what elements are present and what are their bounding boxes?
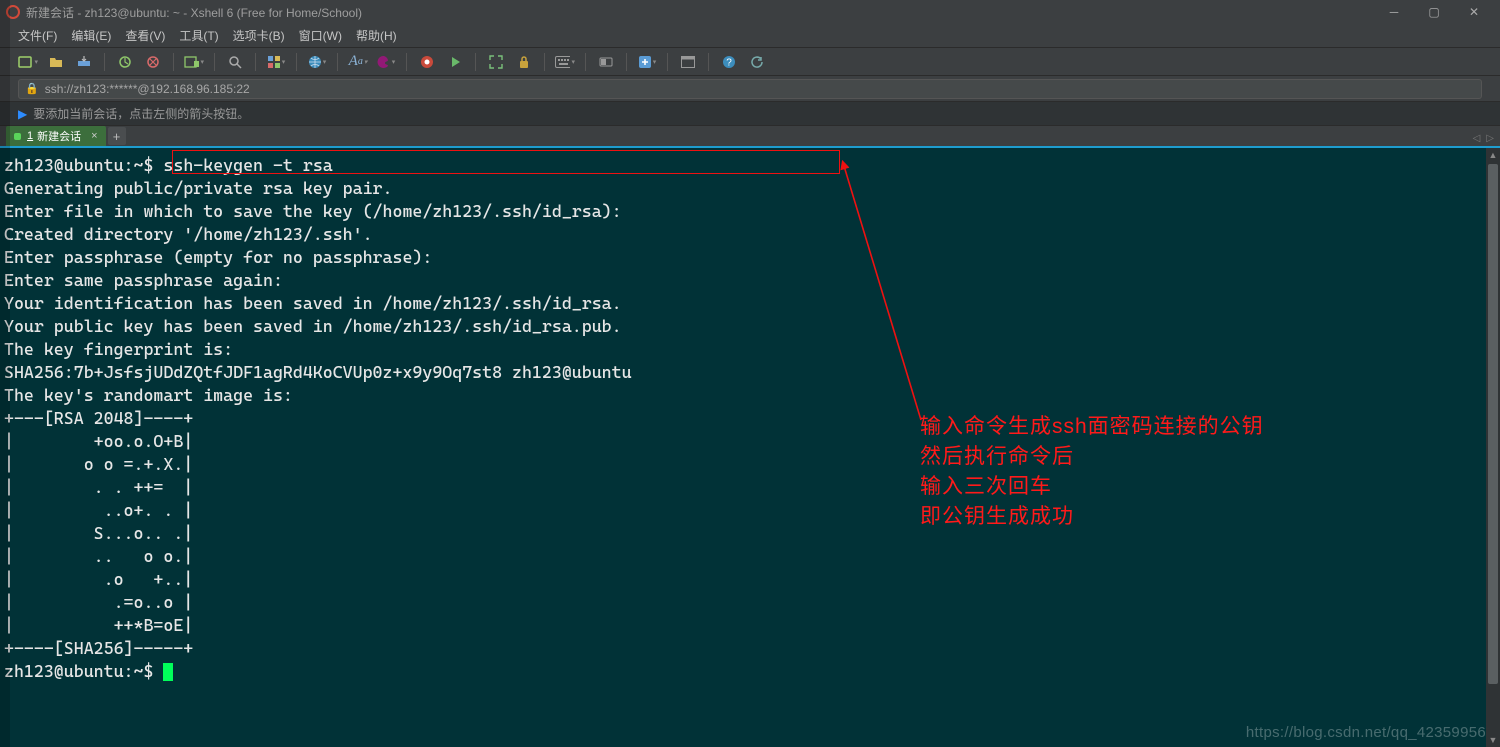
- command-text: ssh-keygen -t rsa: [153, 155, 332, 175]
- term-line: +----[SHA256]-----+: [4, 638, 193, 658]
- term-line: | .. o o.|: [4, 546, 193, 566]
- app-logo-icon: [6, 5, 20, 19]
- addtab-icon[interactable]: ▾: [184, 52, 204, 72]
- session-tab[interactable]: 1 新建会话 ×: [6, 126, 106, 146]
- menu-tools[interactable]: 工具(T): [179, 27, 218, 44]
- menu-file[interactable]: 文件(F): [18, 27, 57, 44]
- scroll-down-icon[interactable]: ▼: [1486, 733, 1500, 747]
- window-title: 新建会话 - zh123@ubuntu: ~ - Xshell 6 (Free …: [26, 4, 1374, 21]
- tab-close-icon[interactable]: ×: [91, 130, 97, 142]
- terminal-area: zh123@ubuntu:~$ ssh-keygen -t rsa Genera…: [0, 148, 1500, 747]
- connected-dot-icon: [14, 133, 21, 140]
- address-text: ssh://zh123:******@192.168.96.185:22: [45, 82, 250, 96]
- prompt-user: zh123@ubuntu: [4, 661, 124, 681]
- term-line: | ++*B=oE|: [4, 615, 193, 635]
- window-icon[interactable]: [678, 52, 698, 72]
- toggle-icon[interactable]: [596, 52, 616, 72]
- tab-prev-icon[interactable]: ◁: [1473, 133, 1481, 144]
- search-icon[interactable]: [225, 52, 245, 72]
- term-line: Created directory '/home/zh123/.ssh'.: [4, 224, 373, 244]
- keyboard-icon[interactable]: ▾: [555, 52, 575, 72]
- menu-window[interactable]: 窗口(W): [299, 27, 342, 44]
- play-icon[interactable]: [445, 52, 465, 72]
- scroll-up-icon[interactable]: ▲: [1486, 148, 1500, 162]
- new-tab-button[interactable]: +: [108, 127, 126, 145]
- term-line: | .=o..o |: [4, 592, 193, 612]
- watermark: https://blog.csdn.net/qq_42359956: [1246, 724, 1486, 741]
- prompt-user: zh123@ubuntu: [4, 155, 124, 175]
- svg-text:?: ?: [726, 57, 732, 68]
- tab-next-icon[interactable]: ▷: [1486, 133, 1494, 144]
- transfer-icon[interactable]: [74, 52, 94, 72]
- fullscreen-icon[interactable]: [486, 52, 506, 72]
- tab-index: 1: [27, 130, 33, 142]
- term-line: Enter file in which to save the key (/ho…: [4, 201, 622, 221]
- term-line: | .o +..|: [4, 569, 193, 589]
- palette-icon[interactable]: ▾: [376, 52, 396, 72]
- window-titlebar: 新建会话 - zh123@ubuntu: ~ - Xshell 6 (Free …: [0, 0, 1500, 24]
- term-line: Enter passphrase (empty for no passphras…: [4, 247, 432, 267]
- disconnect-icon[interactable]: [143, 52, 163, 72]
- term-line: Generating public/private rsa key pair.: [4, 178, 392, 198]
- menu-help[interactable]: 帮助(H): [356, 27, 397, 44]
- menu-tabs[interactable]: 选项卡(B): [233, 27, 285, 44]
- minimize-button[interactable]: ─: [1374, 0, 1414, 24]
- term-line: Your public key has been saved in /home/…: [4, 316, 622, 336]
- refresh-icon[interactable]: [747, 52, 767, 72]
- hint-bar: ▶ 要添加当前会话，点击左侧的箭头按钮。: [0, 102, 1500, 126]
- term-line: | o o =.+.X.|: [4, 454, 193, 474]
- toolbar: ▾ ▾ ▾ ▾ Aa▾ ▾ ▾ ▾ ?: [0, 48, 1500, 76]
- new-session-icon[interactable]: ▾: [18, 52, 38, 72]
- term-line: | ..o+. . |: [4, 500, 193, 520]
- address-input[interactable]: 🔒 ssh://zh123:******@192.168.96.185:22: [18, 79, 1482, 99]
- open-session-icon[interactable]: [46, 52, 66, 72]
- term-line: | . . ++= |: [4, 477, 193, 497]
- tab-bar: 1 新建会话 × + ◁ ▷: [0, 126, 1500, 148]
- lock-small-icon: 🔒: [25, 82, 39, 95]
- vertical-scrollbar[interactable]: ▲ ▼: [1486, 148, 1500, 747]
- help-icon[interactable]: ?: [719, 52, 739, 72]
- flag-icon: ▶: [18, 107, 27, 121]
- cursor: [163, 663, 173, 681]
- grid-icon[interactable]: ▾: [266, 52, 286, 72]
- add-button-icon[interactable]: ▾: [637, 52, 657, 72]
- menu-edit[interactable]: 编辑(E): [71, 27, 111, 44]
- terminal[interactable]: zh123@ubuntu:~$ ssh-keygen -t rsa Genera…: [0, 148, 1486, 747]
- term-line: The key's randomart image is:: [4, 385, 293, 405]
- reconnect-icon[interactable]: [115, 52, 135, 72]
- record-icon[interactable]: [417, 52, 437, 72]
- menu-bar: 文件(F) 编辑(E) 查看(V) 工具(T) 选项卡(B) 窗口(W) 帮助(…: [0, 24, 1500, 48]
- menu-view[interactable]: 查看(V): [125, 27, 165, 44]
- term-line: Your identification has been saved in /h…: [4, 293, 622, 313]
- font-icon[interactable]: Aa▾: [348, 52, 368, 72]
- term-line: SHA256:7b+JsfsjUDdZQtfJDF1agRd4KoCVUp0z+…: [4, 362, 632, 382]
- tab-nav: ◁ ▷: [1473, 133, 1494, 144]
- scroll-thumb[interactable]: [1488, 164, 1498, 684]
- tab-label: 新建会话: [37, 128, 81, 144]
- term-line: | S...o.. .|: [4, 523, 193, 543]
- term-line: The key fingerprint is:: [4, 339, 233, 359]
- term-line: +---[RSA 2048]----+: [4, 408, 193, 428]
- address-bar: 🔒 ssh://zh123:******@192.168.96.185:22: [0, 76, 1500, 102]
- term-line: Enter same passphrase again:: [4, 270, 283, 290]
- term-line: | +oo.o.O+B|: [4, 431, 193, 451]
- close-button[interactable]: ✕: [1454, 0, 1494, 24]
- hint-text: 要添加当前会话，点击左侧的箭头按钮。: [33, 105, 249, 122]
- globe-icon[interactable]: ▾: [307, 52, 327, 72]
- maximize-button[interactable]: ▢: [1414, 0, 1454, 24]
- lock-icon[interactable]: [514, 52, 534, 72]
